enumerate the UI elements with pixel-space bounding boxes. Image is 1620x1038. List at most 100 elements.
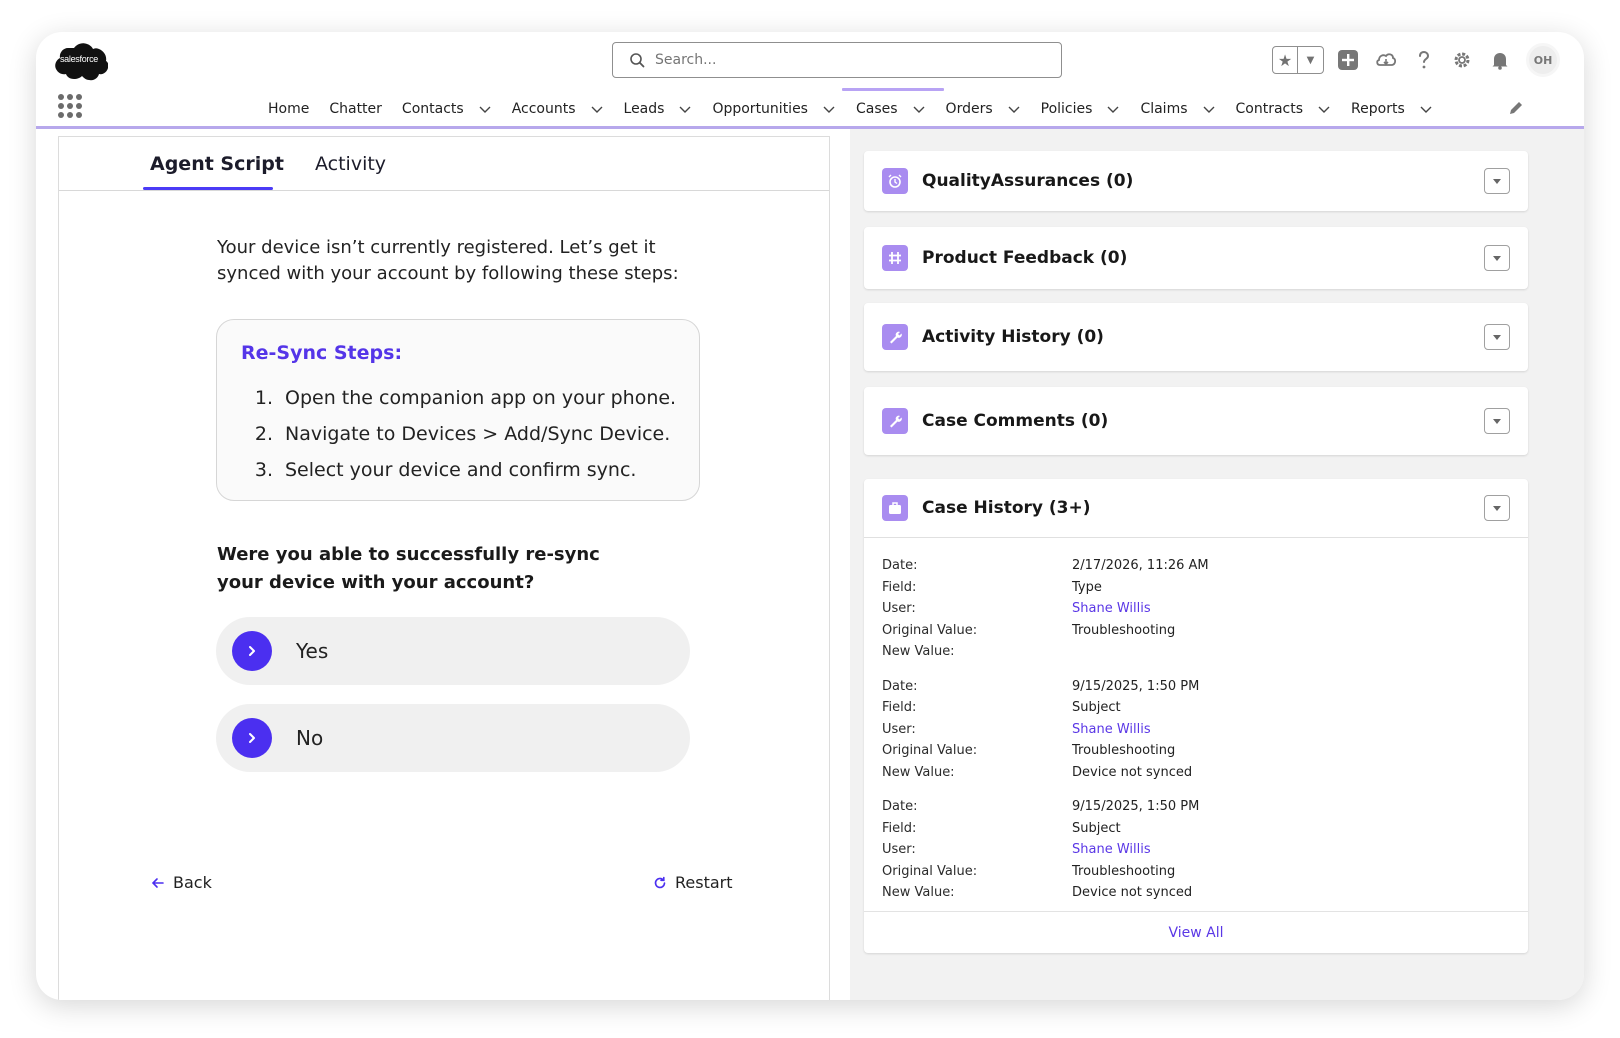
nav-item-cases[interactable]: Cases [842,88,943,126]
chevron-down-icon[interactable] [822,102,836,116]
list-item: 3. Select your device and confirm sync. [247,452,676,488]
nav-item-home[interactable]: Home [268,92,309,126]
history-value: Troubleshooting [1072,622,1176,638]
history-value: Type [1072,579,1102,595]
chevron-down-icon[interactable] [1202,102,1216,116]
nav-item-claims[interactable]: Claims [1140,92,1215,126]
search-input[interactable] [655,52,1035,68]
history-value: 9/15/2025, 1:50 PM [1072,678,1200,694]
card-menu-button[interactable] [1484,324,1510,350]
chevron-down-icon[interactable] [1106,102,1120,116]
briefcase-icon [882,495,908,521]
nav-item-policies[interactable]: Policies [1041,92,1121,126]
card-menu-button[interactable] [1484,495,1510,521]
card-menu-button[interactable] [1484,168,1510,194]
card-menu-button[interactable] [1484,245,1510,271]
help-button[interactable] [1410,46,1438,74]
chevron-down-icon[interactable] [912,102,926,116]
tab-activity[interactable]: Activity [315,153,386,175]
card-title[interactable]: Product Feedback (0) [922,248,1127,268]
history-row-date: Date: 2/17/2026, 11:26 AM [882,555,1502,577]
footer-divider [864,911,1528,912]
search-icon [630,53,645,68]
history-row-date: Date: 9/15/2025, 1:50 PM [882,676,1502,698]
salesforce-logo[interactable]: salesforce [50,42,108,82]
global-create-button[interactable] [1334,46,1362,74]
nav-item-reports[interactable]: Reports [1351,92,1433,126]
notifications-button[interactable] [1486,46,1514,74]
chevron-down-icon[interactable] [478,102,492,116]
user-avatar[interactable]: OH [1526,43,1560,77]
nav-item-opportunities[interactable]: Opportunities [712,92,836,126]
tab-agent-script[interactable]: Agent Script [150,153,284,175]
chevron-down-icon[interactable] [1007,102,1021,116]
wrench-icon [882,408,908,434]
history-value: Troubleshooting [1072,743,1176,759]
nav-item-leads[interactable]: Leads [624,92,693,126]
nav-item-orders[interactable]: Orders [946,92,1021,126]
card-header: Activity History (0) [864,303,1528,371]
card-menu-button[interactable] [1484,408,1510,434]
history-label: Original Value: [882,622,978,638]
chevron-down-icon[interactable] [590,102,604,116]
nav-item-contacts[interactable]: Contacts [402,92,492,126]
app-window: salesforce ★ ▼ [36,32,1584,1000]
app-launcher-icon[interactable] [58,94,82,118]
history-row-date: Date: 9/15/2025, 1:50 PM [882,796,1502,818]
view-all-link[interactable]: View All [864,925,1528,941]
nav-label: Cases [855,101,898,117]
gear-icon [1454,52,1470,68]
active-tab-indicator [143,187,273,190]
nav-item-chatter[interactable]: Chatter [329,92,382,126]
card-title[interactable]: Activity History (0) [922,327,1104,347]
triangle-down-icon [1493,256,1501,261]
intro-text: Your device isn’t currently registered. … [217,237,679,284]
yes-button[interactable]: Yes [216,617,690,685]
history-value: Troubleshooting [1072,863,1176,879]
favorites-dropdown-icon[interactable]: ▼ [1298,47,1323,73]
chevron-down-icon[interactable] [1419,102,1433,116]
nav-item-contracts[interactable]: Contracts [1236,92,1332,126]
card-header: QualityAssurances (0) [864,151,1528,211]
wrench-icon [882,324,908,350]
step-text: Open the companion app on your phone. [285,387,677,409]
back-label: Back [173,873,212,892]
user-link[interactable]: Shane Willis [1072,722,1151,737]
restart-button[interactable]: Restart [653,873,733,892]
logo-wordmark: salesforce [59,54,99,64]
card-title[interactable]: Case History (3+) [922,498,1091,518]
chevron-down-icon[interactable] [1317,102,1331,116]
card-activity-history: Activity History (0) [864,303,1528,371]
no-button[interactable]: No [216,704,690,772]
back-button[interactable]: Back [151,873,212,892]
user-link[interactable]: Shane Willis [1072,842,1151,857]
nav-label: Accounts [511,101,576,117]
step-number: 2. [254,423,273,445]
history-label: Field: [882,579,917,595]
card-header: Case History (3+) [864,479,1528,537]
header-actions: ★ ▼ OH [1272,43,1560,77]
user-link[interactable]: Shane Willis [1072,601,1151,616]
resync-steps-box: Re-Sync Steps: 1. Open the companion app … [216,319,700,501]
pencil-icon[interactable] [1508,100,1524,116]
triangle-down-icon [1493,179,1501,184]
card-title[interactable]: QualityAssurances (0) [922,171,1133,191]
chevron-down-icon[interactable] [678,102,692,116]
setup-button[interactable] [1448,46,1476,74]
card-divider [864,537,1528,538]
card-title[interactable]: Case Comments (0) [922,411,1108,431]
plus-square-icon [1338,50,1358,70]
history-entry: Date: 2/17/2026, 11:26 AM Field: Type User: S… [882,555,1502,663]
triangle-down-icon [1493,506,1501,511]
nav-item-accounts[interactable]: Accounts [512,92,604,126]
star-icon[interactable]: ★ [1273,47,1299,73]
related-lists-panel: QualityAssurances (0) Product Feedback (… [850,129,1584,1000]
triangle-down-icon [1493,419,1501,424]
trailhead-button[interactable] [1372,46,1400,74]
step-number: 3. [254,459,273,481]
nav-label: Reports [1351,101,1405,117]
agent-script-panel: Agent Script Activity Your device isn’t … [58,136,830,1000]
question-text: Were you able to successfully re-sync yo… [217,544,600,593]
global-search[interactable] [612,42,1062,78]
step-text: Navigate to Devices > Add/Sync Device. [285,423,671,445]
